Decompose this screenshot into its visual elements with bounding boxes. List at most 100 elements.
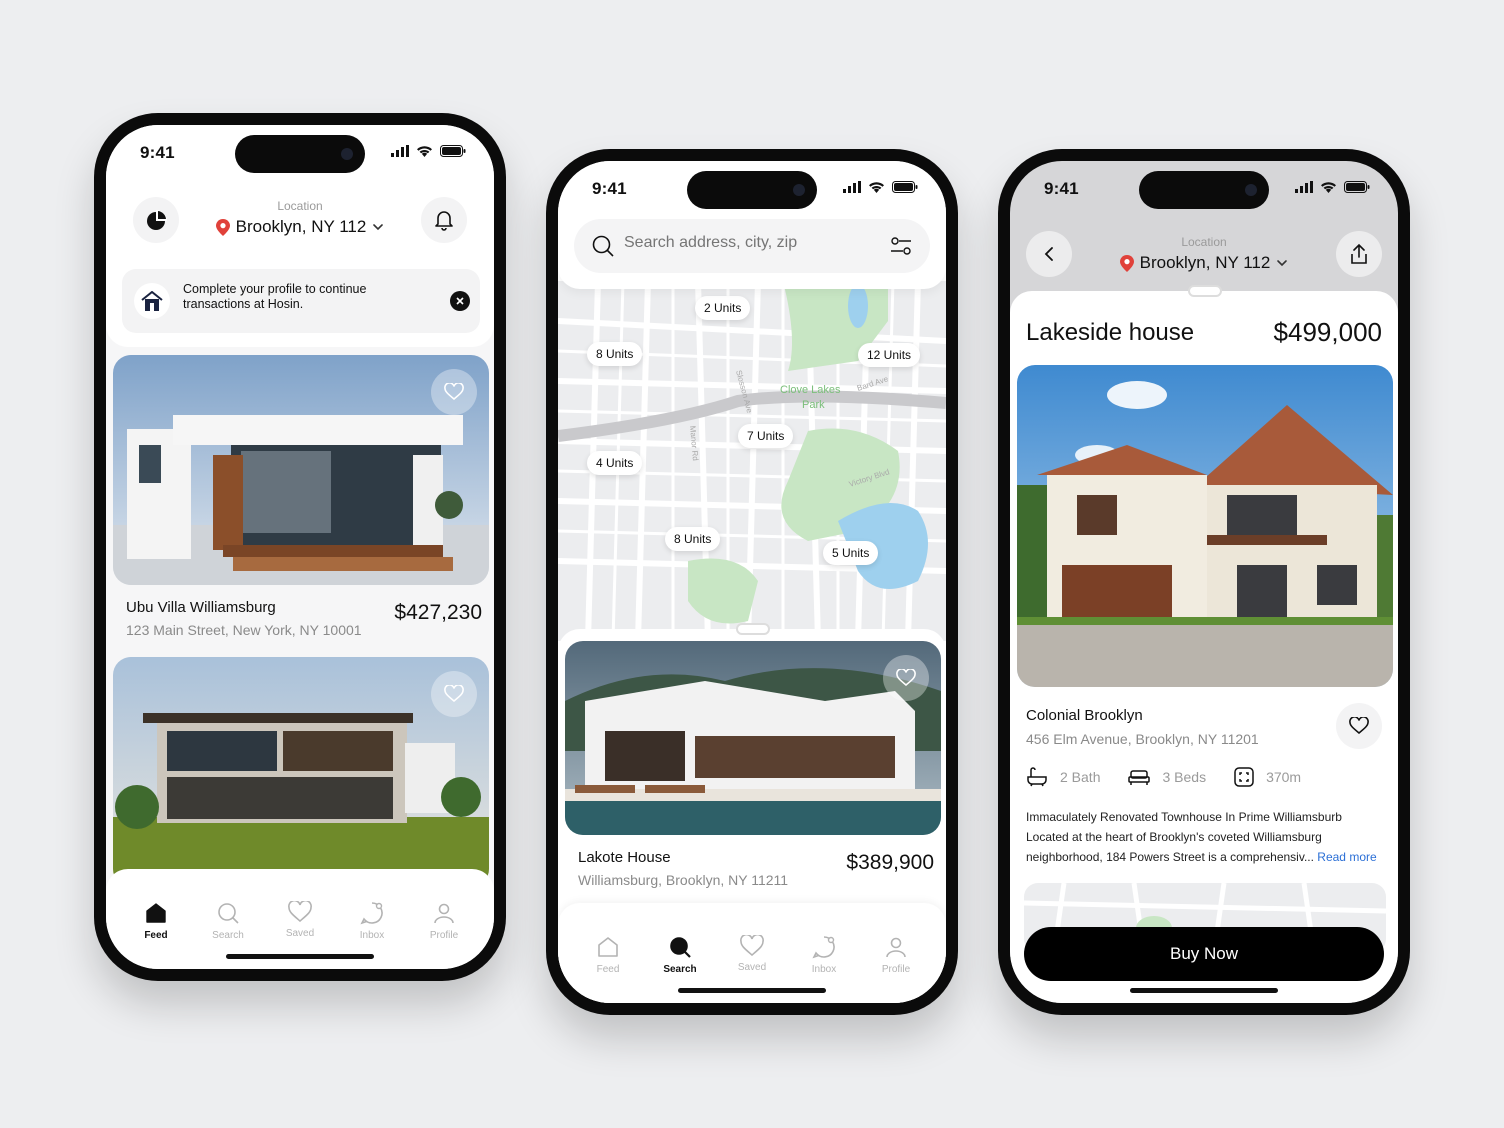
home-indicator [678,988,826,993]
sheet-handle[interactable] [736,623,770,635]
banner-close-button[interactable] [450,291,470,311]
map-pin-2[interactable]: 8 Units [587,342,643,366]
property-photo[interactable] [1017,365,1393,687]
property-features: 2 Bath 3 Beds 370m [1026,767,1301,787]
user-icon [434,903,454,924]
park-label: Clove Lakes [780,384,841,396]
location-value: Brooklyn, NY 112 [1139,253,1271,272]
filter-icon[interactable] [890,237,912,255]
map-pin-7[interactable]: 5 Units [823,541,879,565]
wifi-icon [417,146,432,157]
tab-feed[interactable]: Feed [124,901,188,941]
listing-title-1: Ubu Villa Williamsburg [126,599,276,616]
profile-banner[interactable]: Complete your profile to continue transa… [122,269,480,333]
description-line-3: neighborhood, 184 Powers Street is a com… [1026,850,1314,864]
property-price: $499,000 [1273,317,1382,347]
tab-label-inbox: Inbox [811,964,837,975]
wifi-icon [869,182,884,193]
street-label-manor: Manor Rd [688,425,700,461]
feature-bath-label: 2 Bath [1060,769,1101,785]
heart-icon [444,383,464,401]
property-description: Immaculately Renovated Townhouse In Prim… [1026,807,1386,867]
home-icon [146,903,166,923]
search-icon [592,235,614,257]
listing-photo-lakote[interactable] [565,641,941,835]
tab-inbox[interactable]: Inbox [792,935,856,975]
signal-icon [1295,181,1313,193]
tab-inbox[interactable]: Inbox [340,901,404,941]
listing-photo-1[interactable] [113,355,489,585]
signal-icon [843,181,861,193]
house-icon [141,291,163,311]
feature-bath: 2 Bath [1026,767,1100,787]
tab-label-search: Search [212,930,244,941]
search-screen: Clove Lakes Park Victory Blvd Bard Ave M… [558,161,946,1003]
chevron-down-icon [1277,260,1288,267]
user-icon [886,937,906,958]
bell-icon [435,211,453,231]
chat-bubble-icon [812,936,835,959]
home-indicator [226,954,374,959]
wifi-icon [1321,182,1336,193]
dynamic-island [235,135,365,173]
location-value-row: Brooklyn, NY 112 [1119,253,1289,273]
map-pin-5[interactable]: 4 Units [587,451,643,475]
favorite-button-1[interactable] [431,369,477,415]
feature-area: 370m [1234,767,1301,787]
tab-label-feed: Feed [144,930,168,941]
bed-icon [1128,770,1151,785]
signal-icon [391,145,409,157]
tab-label-saved: Saved [285,928,315,939]
home-indicator [1130,988,1278,993]
battery-icon [440,145,466,157]
tab-saved[interactable]: Saved [720,935,784,975]
heart-icon [1349,717,1369,735]
tab-profile[interactable]: Profile [864,935,928,975]
tab-search[interactable]: Search [648,935,712,975]
feature-area-label: 370m [1266,769,1302,785]
battery-icon [1344,181,1370,193]
map-pin-6[interactable]: 8 Units [665,527,721,551]
search-icon [218,903,239,924]
tab-label-search: Search [663,964,697,975]
search-tab-bar: Feed Search Saved Inbox Profile [558,935,946,975]
share-button[interactable] [1336,231,1382,277]
tab-search[interactable]: Search [196,901,260,941]
map-pin-1[interactable]: 2 Units [695,296,751,320]
tab-profile[interactable]: Profile [412,901,476,941]
phone-feed: 9:41 Location Brooklyn, NY 112 Complete … [94,113,506,981]
favorite-button-2[interactable] [431,671,477,717]
listing-photo-2[interactable] [113,657,489,887]
banner-line-1: Complete your profile to continue [183,282,367,296]
chat-bubble-icon [360,902,383,925]
description-line-2: Located at the heart of Brooklyn's covet… [1026,830,1322,844]
close-icon [456,297,464,305]
tab-saved[interactable]: Saved [268,901,332,941]
location-value-row: Brooklyn, NY 112 [215,217,385,237]
bathtub-icon [1027,767,1047,787]
map-pin-3[interactable]: 12 Units [858,343,921,367]
tab-label-profile: Profile [881,964,911,975]
banner-house-badge [134,283,170,319]
search-bar[interactable] [574,219,930,273]
map-view[interactable]: Clove Lakes Park Victory Blvd Bard Ave M… [558,281,946,641]
map-pin-4[interactable]: 7 Units [738,424,794,448]
notifications-button[interactable] [421,197,467,243]
tab-label-inbox: Inbox [359,930,385,941]
search-input[interactable] [624,234,864,252]
favorite-button[interactable] [1336,703,1382,749]
tab-feed[interactable]: Feed [576,935,640,975]
property-address: 456 Elm Avenue, Brooklyn, NY 11201 [1026,731,1259,747]
listing-title-lakote: Lakote House [578,849,671,866]
status-time: 9:41 [140,143,175,162]
banner-text: Complete your profile to continue transa… [183,282,366,312]
buy-now-button[interactable]: Buy Now [1024,927,1384,981]
favorite-button-lakote[interactable] [883,655,929,701]
sheet-handle[interactable] [1188,285,1222,297]
read-more-link[interactable]: Read more [1317,850,1376,864]
battery-icon [892,181,918,193]
detail-screen: 9:41 Location Brooklyn, NY 112 Lakeside … [1010,161,1398,1003]
tab-label-saved: Saved [737,962,767,973]
status-time: 9:41 [1044,179,1079,198]
property-name: Lakeside house [1026,319,1195,346]
